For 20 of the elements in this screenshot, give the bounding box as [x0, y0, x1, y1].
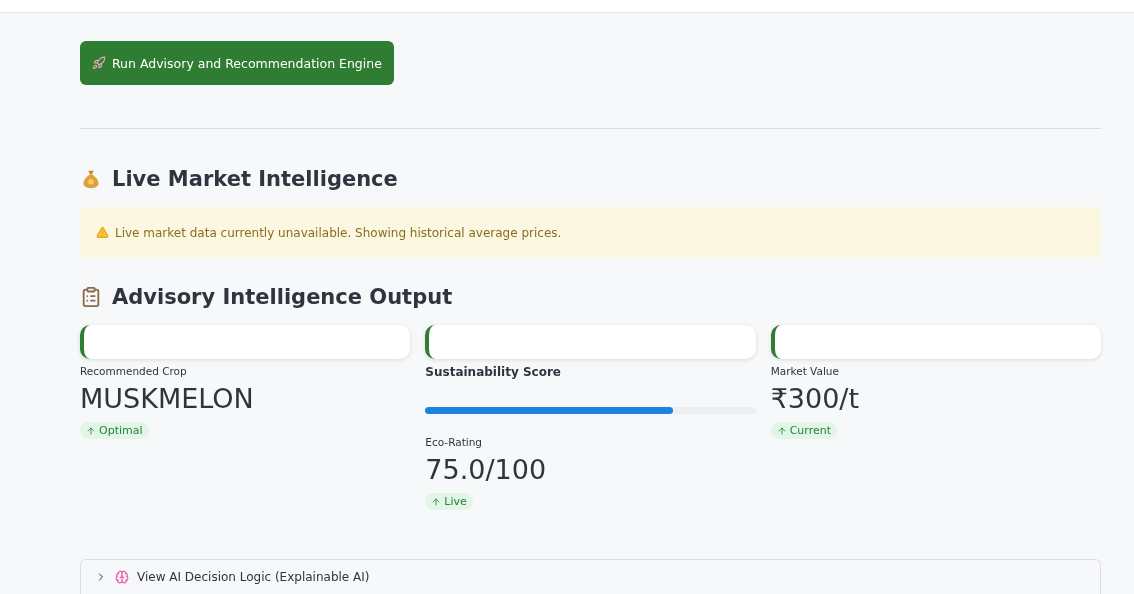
- warning-icon: [96, 226, 109, 239]
- expander-header[interactable]: View AI Decision Logic (Explainable AI): [80, 559, 1101, 594]
- metric-label: Eco-Rating: [425, 436, 482, 448]
- delta-badge: Optimal: [80, 422, 149, 439]
- metric-label: Market Value: [770, 365, 839, 377]
- run-engine-button[interactable]: Run Advisory and Recommendation Engine: [80, 41, 394, 85]
- metric-value: 75.0/100: [425, 454, 547, 485]
- section-heading: Advisory Intelligence Output: [80, 285, 453, 309]
- metric-label: Sustainability Score: [425, 365, 561, 379]
- brain-icon: [115, 570, 129, 584]
- metric-label: Recommended Crop: [80, 365, 187, 377]
- delta-badge: Current: [770, 422, 837, 439]
- metric-value: MUSKMELON: [80, 383, 254, 414]
- section-heading: Live Market Intelligence: [80, 167, 398, 191]
- alert-text: Live market data currently unavailable. Showing historical average prices.: [115, 225, 562, 240]
- clipboard-icon: [80, 286, 102, 308]
- rocket-icon: [92, 56, 106, 70]
- metric-value: ₹300/t: [770, 383, 860, 414]
- expander-label: View AI Decision Logic (Explainable AI): [137, 570, 370, 584]
- delta-badge: Live: [425, 493, 473, 510]
